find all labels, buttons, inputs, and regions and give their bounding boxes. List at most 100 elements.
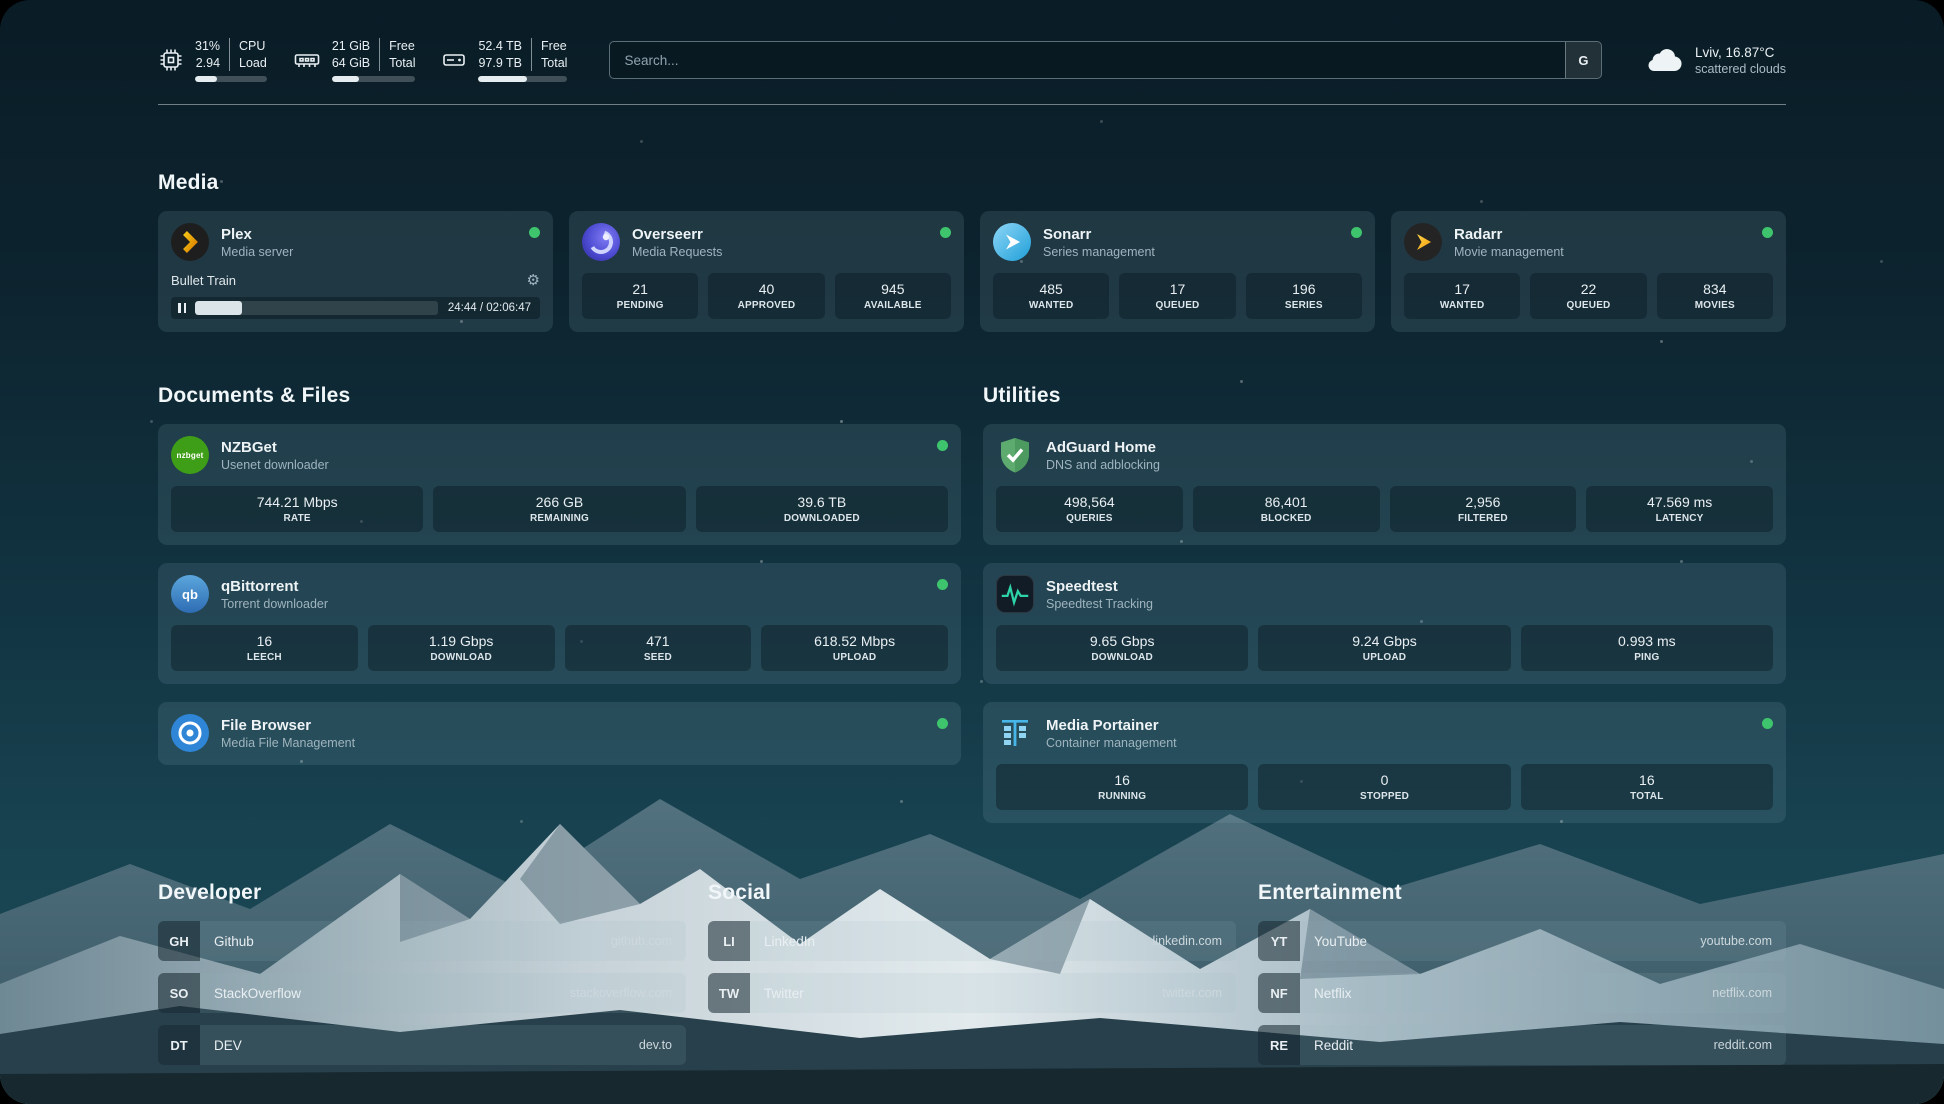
cpu-load-value: 2.94 [196, 55, 220, 71]
bookmark-netflix[interactable]: NF Netflix netflix.com [1258, 973, 1786, 1013]
section-media: Media Plex Media serve [158, 171, 1786, 332]
section-entertainment: Entertainment YT YouTube youtube.com NF … [1258, 881, 1786, 1065]
weather-condition: scattered clouds [1695, 62, 1786, 76]
nzbget-title: NZBGet [221, 439, 329, 456]
cpu-widget: 31% 2.94 CPU Load [158, 38, 267, 82]
stat-queries: 498,564 QUERIES [996, 486, 1183, 532]
memory-widget: 21 GiB 64 GiB Free Total [293, 38, 416, 82]
pause-icon[interactable] [178, 303, 186, 313]
filebrowser-status-dot [937, 718, 948, 729]
stat-pending: 21 PENDING [582, 273, 698, 319]
plex-status-dot [529, 227, 540, 238]
bookmark-reddit[interactable]: RE Reddit reddit.com [1258, 1025, 1786, 1065]
portainer-card[interactable]: Media Portainer Container management 16 … [983, 702, 1786, 823]
overseerr-title: Overseerr [632, 226, 722, 243]
stat-downloaded: 39.6 TB DOWNLOADED [696, 486, 948, 532]
disk-widget: 52.4 TB 97.9 TB Free Total [441, 38, 567, 82]
stat-download: 9.65 Gbps DOWNLOAD [996, 625, 1248, 671]
stackoverflow-abbr: SO [158, 973, 200, 1013]
bookmark-stackoverflow[interactable]: SO StackOverflow stackoverflow.com [158, 973, 686, 1013]
plex-player-bar: 24:44 / 02:06:47 [171, 297, 540, 319]
memory-free-label: Free [389, 38, 415, 54]
cpu-icon [158, 47, 184, 73]
github-abbr: GH [158, 921, 200, 961]
filebrowser-card[interactable]: File Browser Media File Management [158, 702, 961, 765]
load-label: Load [239, 55, 267, 71]
memory-free-value: 21 GiB [332, 38, 370, 54]
stat-rate: 744.21 Mbps RATE [171, 486, 423, 532]
stat-movies: 834 MOVIES [1657, 273, 1773, 319]
plex-playback-time: 24:44 / 02:06:47 [448, 302, 531, 314]
cloud-icon [1644, 43, 1684, 78]
developer-title: Developer [158, 881, 686, 905]
sonarr-title: Sonarr [1043, 226, 1155, 243]
stat-remaining: 266 GB REMAINING [433, 486, 685, 532]
documents-files-title: Documents & Files [158, 384, 961, 408]
stat-blocked: 86,401 BLOCKED [1193, 486, 1380, 532]
stat-total: 16 TOTAL [1521, 764, 1773, 810]
radarr-card[interactable]: Radarr Movie management 17 WANTED 22 QUE… [1391, 211, 1786, 332]
overseerr-status-dot [940, 227, 951, 238]
memory-icon [293, 47, 321, 73]
radarr-icon [1404, 223, 1442, 261]
plex-card[interactable]: Plex Media server Bullet Train ⚙ 24:44 /… [158, 211, 553, 332]
search-bar: G [609, 41, 1602, 79]
overseerr-card[interactable]: Overseerr Media Requests 21 PENDING 40 A… [569, 211, 964, 332]
sonarr-icon [993, 223, 1031, 261]
reddit-abbr: RE [1258, 1025, 1300, 1065]
adguard-subtitle: DNS and adblocking [1046, 458, 1160, 472]
bookmark-dev[interactable]: DT DEV dev.to [158, 1025, 686, 1065]
topbar: 31% 2.94 CPU Load [158, 36, 1786, 84]
disk-total-label: Total [541, 55, 567, 71]
bookmark-github[interactable]: GH Github github.com [158, 921, 686, 961]
section-utilities: Utilities AdGu [983, 384, 1786, 823]
speedtest-icon [996, 575, 1034, 613]
plex-icon [171, 223, 209, 261]
portainer-title: Media Portainer [1046, 717, 1177, 734]
stat-ping: 0.993 ms PING [1521, 625, 1773, 671]
portainer-subtitle: Container management [1046, 736, 1177, 750]
plex-now-playing-title: Bullet Train [171, 273, 236, 288]
disk-free-label: Free [541, 38, 567, 54]
radarr-subtitle: Movie management [1454, 245, 1564, 259]
plex-progress-track[interactable] [195, 301, 438, 315]
stat-download: 1.19 Gbps DOWNLOAD [368, 625, 555, 671]
utilities-title: Utilities [983, 384, 1786, 408]
stat-filtered: 2,956 FILTERED [1390, 486, 1577, 532]
memory-total-value: 64 GiB [332, 55, 370, 71]
portainer-status-dot [1762, 718, 1773, 729]
dashboard-window: 31% 2.94 CPU Load [0, 0, 1944, 1104]
stat-leech: 16 LEECH [171, 625, 358, 671]
adguard-title: AdGuard Home [1046, 439, 1160, 456]
qbittorrent-subtitle: Torrent downloader [221, 597, 328, 611]
gear-icon[interactable]: ⚙ [527, 271, 540, 289]
filebrowser-icon [171, 714, 209, 752]
adguard-card[interactable]: AdGuard Home DNS and adblocking 498,564 … [983, 424, 1786, 545]
cpu-progress-bar [195, 76, 267, 82]
sonarr-card[interactable]: Sonarr Series management 485 WANTED 17 Q… [980, 211, 1375, 332]
memory-progress-bar [332, 76, 416, 82]
search-input[interactable] [610, 42, 1565, 78]
nzbget-card[interactable]: nzbget NZBGet Usenet downloader 744.21 M… [158, 424, 961, 545]
stat-wanted: 17 WANTED [1404, 273, 1520, 319]
dev-abbr: DT [158, 1025, 200, 1065]
plex-title: Plex [221, 226, 293, 243]
stat-approved: 40 APPROVED [708, 273, 824, 319]
filebrowser-title: File Browser [221, 717, 355, 734]
qbittorrent-title: qBittorrent [221, 578, 328, 595]
search-provider-button[interactable]: G [1565, 42, 1601, 78]
disk-total-value: 97.9 TB [478, 55, 522, 71]
overseerr-icon [582, 223, 620, 261]
bookmark-youtube[interactable]: YT YouTube youtube.com [1258, 921, 1786, 961]
bookmark-twitter[interactable]: TW Twitter twitter.com [708, 973, 1236, 1013]
sonarr-status-dot [1351, 227, 1362, 238]
stat-stopped: 0 STOPPED [1258, 764, 1510, 810]
entertainment-title: Entertainment [1258, 881, 1786, 905]
stat-upload: 9.24 Gbps UPLOAD [1258, 625, 1510, 671]
bookmark-linkedin[interactable]: LI LinkedIn linkedin.com [708, 921, 1236, 961]
qbittorrent-card[interactable]: qb qBittorrent Torrent downloader 16 [158, 563, 961, 684]
speedtest-card[interactable]: Speedtest Speedtest Tracking 9.65 Gbps D… [983, 563, 1786, 684]
stat-upload: 618.52 Mbps UPLOAD [761, 625, 948, 671]
filebrowser-subtitle: Media File Management [221, 736, 355, 750]
twitter-abbr: TW [708, 973, 750, 1013]
